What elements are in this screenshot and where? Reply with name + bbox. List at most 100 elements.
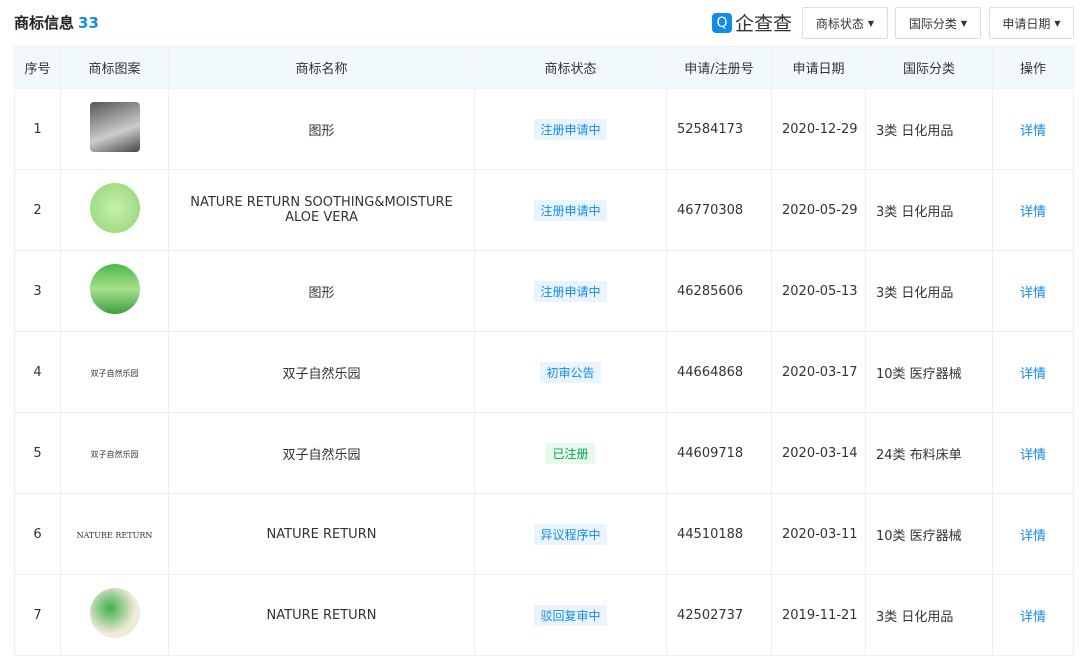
- name-text: 双子自然乐园: [282, 367, 360, 382]
- trademark-image: [90, 588, 140, 638]
- name-text: 图形: [308, 286, 334, 301]
- trademark-name: NATURE RETURN SOOTHING&MOISTURE ALOE VER…: [169, 170, 475, 251]
- registration-number: 44510188: [667, 494, 772, 575]
- status-badge: 驳回复审中: [534, 605, 606, 626]
- filter-class-dropdown[interactable]: 国际分类▼: [895, 7, 981, 39]
- trademark-name: NATURE RETURN: [169, 494, 475, 575]
- action-cell: 详情: [993, 170, 1074, 251]
- name-text: 双子自然乐园: [282, 448, 360, 463]
- name-text: NATURE RETURN: [267, 527, 377, 542]
- action-cell: 详情: [993, 575, 1074, 656]
- status-cell: 注册申请中: [475, 251, 667, 332]
- filter-label: 商标状态: [816, 15, 864, 32]
- brand-logo: Q企查查: [712, 9, 792, 36]
- trademark-name: 图形: [169, 251, 475, 332]
- column-header: 商标名称: [169, 47, 475, 89]
- column-header: 国际分类: [866, 47, 993, 89]
- status-badge: 已注册: [546, 443, 594, 464]
- title-text: 商标信息: [14, 14, 74, 32]
- table-row: 2 NATURE RETURN SOOTHING&MOISTURE ALOE V…: [15, 170, 1074, 251]
- name-text: NATURE RETURN: [267, 608, 377, 623]
- logo-cell: NATURE RETURN: [61, 494, 169, 575]
- column-header: 申请日期: [772, 47, 866, 89]
- table-row: 7 NATURE RETURN 驳回复审中 42502737 2019-11-2…: [15, 575, 1074, 656]
- row-number: 4: [15, 332, 61, 413]
- details-link[interactable]: 详情: [1020, 610, 1046, 625]
- row-number: 7: [15, 575, 61, 656]
- status-cell: 注册申请中: [475, 89, 667, 170]
- status-cell: 注册申请中: [475, 170, 667, 251]
- application-date: 2020-05-29: [772, 170, 866, 251]
- trademark-name: 双子自然乐园: [169, 332, 475, 413]
- filter-date-dropdown[interactable]: 申请日期 ▼: [989, 7, 1074, 39]
- application-date: 2019-11-21: [772, 575, 866, 656]
- international-class: 10类 医疗器械: [866, 332, 993, 413]
- qcc-logo-icon: Q: [712, 13, 732, 33]
- column-header: 商标状态: [475, 47, 667, 89]
- trademark-name: 图形: [169, 89, 475, 170]
- registration-number: 42502737: [667, 575, 772, 656]
- action-cell: 详情: [993, 89, 1074, 170]
- registration-number: 52584173: [667, 89, 772, 170]
- international-class: 3类 日化用品: [866, 89, 993, 170]
- trademark-text-logo: 双子自然乐园: [91, 369, 139, 378]
- table-row: 6 NATURE RETURN NATURE RETURN 异议程序中 4451…: [15, 494, 1074, 575]
- name-text: 图形: [308, 124, 334, 139]
- trademark-name: 双子自然乐园: [169, 413, 475, 494]
- filter-label: 申请日期: [1002, 15, 1050, 32]
- application-date: 2020-05-13: [772, 251, 866, 332]
- details-link[interactable]: 详情: [1020, 529, 1046, 544]
- application-date: 2020-12-29: [772, 89, 866, 170]
- details-link[interactable]: 详情: [1020, 286, 1046, 301]
- international-class: 3类 日化用品: [866, 251, 993, 332]
- trademark-name: NATURE RETURN: [169, 575, 475, 656]
- trademark-count: 33: [78, 14, 99, 32]
- table-header: 序号商标图案商标名称商标状态申请/注册号申请日期国际分类操作: [15, 47, 1074, 89]
- international-class: 3类 日化用品: [866, 170, 993, 251]
- details-link[interactable]: 详情: [1020, 124, 1046, 139]
- application-date: 2020-03-14: [772, 413, 866, 494]
- action-cell: 详情: [993, 332, 1074, 413]
- row-number: 1: [15, 89, 61, 170]
- table-row: 3 图形 注册申请中 46285606 2020-05-13 3类 日化用品 详…: [15, 251, 1074, 332]
- row-number: 6: [15, 494, 61, 575]
- status-badge: 注册申请中: [534, 119, 606, 140]
- caret-down-icon: ▼: [1054, 19, 1060, 28]
- table-row: 5 双子自然乐园 双子自然乐园 已注册 44609718 2020-03-14 …: [15, 413, 1074, 494]
- column-header: 商标图案: [61, 47, 169, 89]
- table-row: 4 双子自然乐园 双子自然乐园 初审公告 44664868 2020-03-17…: [15, 332, 1074, 413]
- trademark-image: [90, 102, 140, 152]
- column-header: 申请/注册号: [667, 47, 772, 89]
- logo-cell: 双子自然乐园: [61, 332, 169, 413]
- column-header: 序号: [15, 47, 61, 89]
- status-badge: 异议程序中: [534, 524, 606, 545]
- logo-cell: 双子自然乐园: [61, 413, 169, 494]
- international-class: 24类 布料床单: [866, 413, 993, 494]
- application-date: 2020-03-11: [772, 494, 866, 575]
- details-link[interactable]: 详情: [1020, 367, 1046, 382]
- status-cell: 驳回复审中: [475, 575, 667, 656]
- details-link[interactable]: 详情: [1020, 205, 1046, 220]
- logo-cell: [61, 251, 169, 332]
- trademark-image: [90, 264, 140, 314]
- trademark-text-logo: 双子自然乐园: [91, 450, 139, 459]
- brand-name: 企查查: [735, 9, 792, 36]
- action-cell: 详情: [993, 413, 1074, 494]
- status-cell: 初审公告: [475, 332, 667, 413]
- trademark-image: [90, 183, 140, 233]
- status-badge: 注册申请中: [534, 200, 606, 221]
- registration-number: 46770308: [667, 170, 772, 251]
- section-title: 商标信息33: [14, 12, 99, 33]
- details-link[interactable]: 详情: [1020, 448, 1046, 463]
- application-date: 2020-03-17: [772, 332, 866, 413]
- registration-number: 44609718: [667, 413, 772, 494]
- filter-label: 国际分类: [909, 15, 957, 32]
- international-class: 3类 日化用品: [866, 575, 993, 656]
- registration-number: 44664868: [667, 332, 772, 413]
- filter-status-dropdown[interactable]: 商标状态▼: [802, 7, 888, 39]
- trademark-table: 序号商标图案商标名称商标状态申请/注册号申请日期国际分类操作 1 图形 注册申请…: [14, 46, 1074, 656]
- trademark-text-logo: NATURE RETURN: [77, 531, 153, 540]
- logo-cell: [61, 170, 169, 251]
- row-number: 3: [15, 251, 61, 332]
- table-row: 1 图形 注册申请中 52584173 2020-12-29 3类 日化用品 详…: [15, 89, 1074, 170]
